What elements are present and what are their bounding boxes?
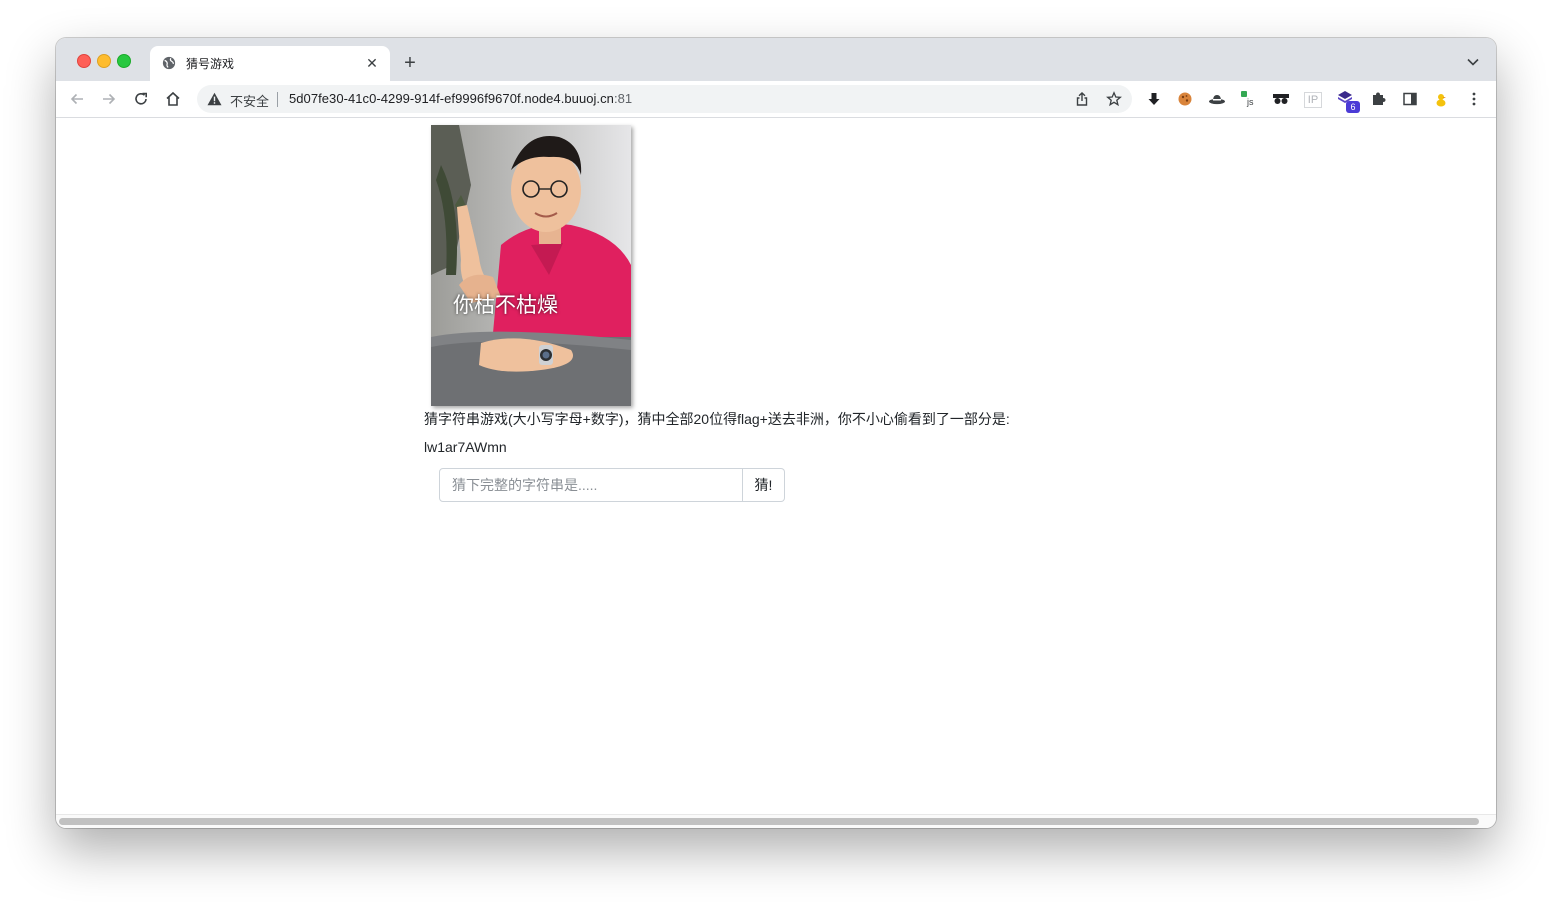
globe-icon <box>162 56 176 70</box>
url-port: :81 <box>613 91 633 106</box>
side-panel-button[interactable] <box>1400 89 1420 109</box>
maximize-window-button[interactable] <box>117 54 131 68</box>
security-label[interactable]: 不安全 <box>230 91 269 110</box>
reload-button[interactable] <box>129 87 153 111</box>
meme-image: 你枯不枯燥 <box>431 125 631 406</box>
partial-string: lw1ar7AWmn <box>424 439 507 455</box>
menu-button[interactable] <box>1464 89 1484 109</box>
home-button[interactable] <box>161 87 185 111</box>
profile-button[interactable] <box>1431 89 1451 109</box>
tab-bar: 猜号游戏 ✕ + <box>56 38 1496 81</box>
browser-toolbar: 不安全 5d07fe30-41c0-4299-914f-ef9996f9670f… <box>56 81 1496 118</box>
hat-extension-button[interactable] <box>1207 89 1227 109</box>
url-host: 5d07fe30-41c0-4299-914f-ef9996f9670f.nod… <box>289 91 614 106</box>
hat-icon <box>1209 95 1225 105</box>
guess-input[interactable] <box>439 468 743 502</box>
arrow-left-icon <box>70 93 83 105</box>
side-panel-icon <box>1403 92 1417 106</box>
ip-extension-button[interactable]: IP <box>1304 92 1322 108</box>
close-window-button[interactable] <box>77 54 91 68</box>
url-text[interactable]: 5d07fe30-41c0-4299-914f-ef9996f9670f.nod… <box>289 91 632 106</box>
forward-button[interactable] <box>97 87 121 111</box>
spy-extension-button[interactable] <box>1271 89 1291 109</box>
spy-glasses-icon <box>1273 94 1289 104</box>
cookie-extension-button[interactable] <box>1175 89 1195 109</box>
home-icon <box>166 91 180 106</box>
reload-icon <box>135 92 147 105</box>
tab-active[interactable]: 猜号游戏 ✕ <box>150 46 390 81</box>
extension-badge: 6 <box>1346 101 1360 113</box>
horizontal-scrollbar[interactable] <box>56 814 1496 828</box>
extensions-button[interactable] <box>1368 89 1388 109</box>
download-arrow-icon <box>1148 93 1160 105</box>
guess-form: 猜! <box>439 468 785 502</box>
address-bar[interactable]: 不安全 5d07fe30-41c0-4299-914f-ef9996f9670f… <box>197 85 1132 113</box>
browser-window: 猜号游戏 ✕ + 不安全 5d07fe30-41c0-4299-914f-ef9… <box>56 38 1496 828</box>
guess-button[interactable]: 猜! <box>743 468 785 502</box>
warning-icon[interactable] <box>207 92 222 106</box>
back-button[interactable] <box>65 87 89 111</box>
js-extension-button[interactable]: js <box>1239 89 1259 109</box>
man-pointing-photo <box>431 125 631 406</box>
js-icon: js <box>1241 91 1254 107</box>
svg-text:js: js <box>1246 97 1254 107</box>
tab-close-icon[interactable]: ✕ <box>362 53 382 73</box>
download-extension-button[interactable] <box>1144 89 1164 109</box>
star-icon <box>1106 91 1122 107</box>
tab-title: 猜号游戏 <box>186 57 235 71</box>
new-tab-button[interactable]: + <box>399 52 421 74</box>
page-content: 你枯不枯燥 猜字符串游戏(大小写字母+数字)，猜中全部20位得flag+送去非洲… <box>56 118 1496 814</box>
duck-avatar-icon <box>1436 94 1446 107</box>
kebab-menu-icon <box>1472 92 1476 106</box>
chevron-down-icon[interactable] <box>1464 53 1482 71</box>
bookmark-button[interactable] <box>1104 89 1124 109</box>
separator <box>277 92 278 107</box>
puzzle-icon <box>1373 92 1386 105</box>
meme-caption: 你枯不枯燥 <box>453 294 558 317</box>
arrow-right-icon <box>103 93 116 105</box>
scrollbar-thumb[interactable] <box>59 818 1479 825</box>
share-button[interactable] <box>1072 89 1092 109</box>
minimize-window-button[interactable] <box>97 54 111 68</box>
cookie-icon <box>1178 92 1192 106</box>
share-icon <box>1076 92 1088 106</box>
game-description: 猜字符串游戏(大小写字母+数字)，猜中全部20位得flag+送去非洲，你不小心偷… <box>424 411 1010 427</box>
